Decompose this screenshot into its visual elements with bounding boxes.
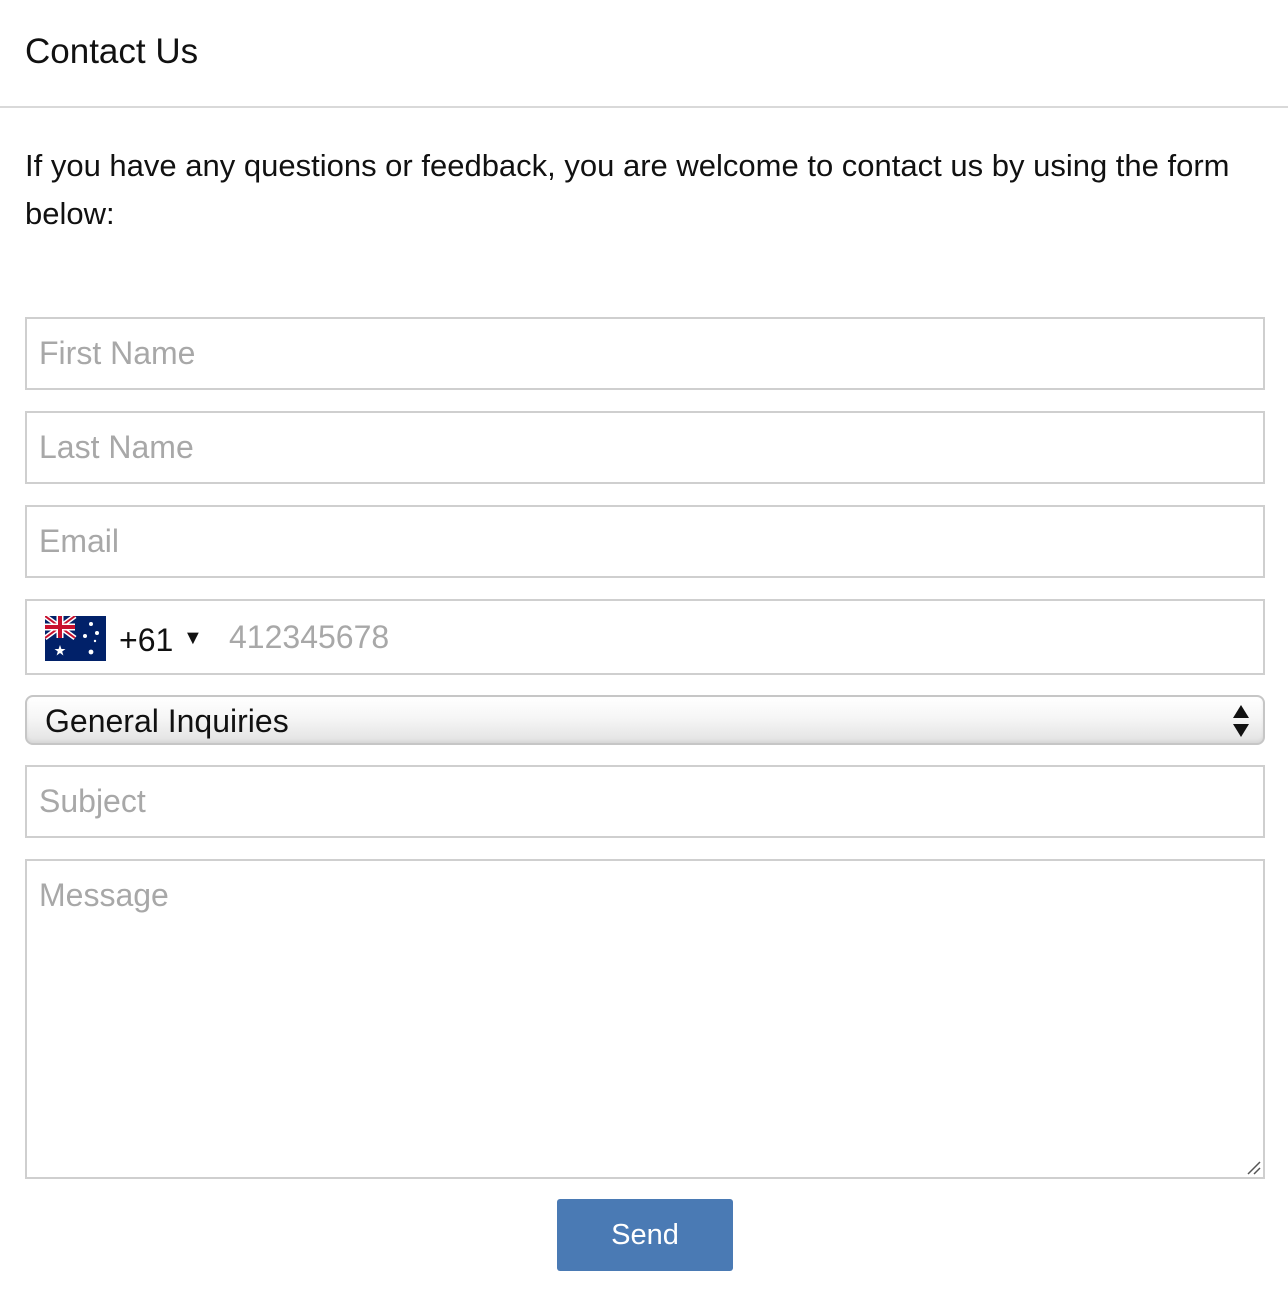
intro-text: If you have any questions or feedback, y… <box>25 148 1230 231</box>
page-header: Contact Us <box>0 0 1288 108</box>
subject-input[interactable] <box>25 765 1265 838</box>
country-code-select[interactable]: +61 ▼ <box>27 601 217 673</box>
up-down-arrows-icon <box>1233 705 1249 737</box>
last-name-input[interactable] <box>25 411 1265 484</box>
email-input[interactable] <box>25 505 1265 578</box>
send-button[interactable]: Send <box>557 1199 733 1271</box>
caret-down-icon: ▼ <box>183 627 203 649</box>
phone-input[interactable] <box>219 601 1259 673</box>
dial-code: +61 <box>119 622 174 658</box>
message-textarea[interactable] <box>25 859 1265 1179</box>
phone-field: +61 ▼ <box>25 599 1265 675</box>
inquiry-type-value: General Inquiries <box>45 703 289 739</box>
australia-flag-icon <box>45 616 106 661</box>
page-title: Contact Us <box>25 32 199 71</box>
first-name-input[interactable] <box>25 317 1265 390</box>
resize-handle-icon[interactable] <box>1244 1158 1262 1176</box>
inquiry-type-select[interactable]: General Inquiries <box>25 695 1265 745</box>
